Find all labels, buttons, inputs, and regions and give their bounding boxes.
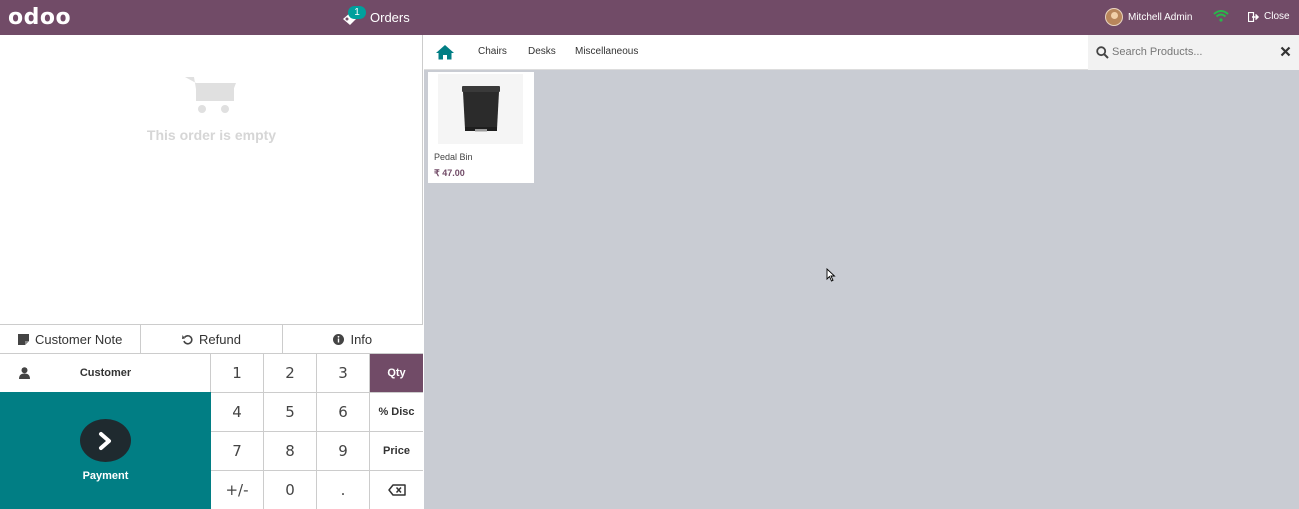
numpad-key-3[interactable]: 3 bbox=[317, 353, 370, 392]
qty-mode-button[interactable]: Qty bbox=[370, 353, 423, 392]
numpad-key-1[interactable]: 1 bbox=[211, 353, 264, 392]
undo-icon bbox=[182, 334, 193, 345]
category-miscellaneous[interactable]: Miscellaneous bbox=[575, 46, 638, 57]
close-label: Close bbox=[1264, 11, 1290, 22]
top-bar: odoo 1 Orders Mitchell Admin Close bbox=[0, 0, 1299, 35]
category-bar: Chairs Desks Miscellaneous bbox=[424, 35, 1299, 70]
control-buttons: Customer Note Refund Info bbox=[0, 324, 423, 353]
numpad-key-2[interactable]: 2 bbox=[264, 353, 317, 392]
info-label: Info bbox=[350, 331, 373, 347]
orders-count-badge: 1 bbox=[348, 5, 366, 19]
refund-label: Refund bbox=[199, 331, 241, 347]
product-name: Pedal Bin bbox=[434, 152, 473, 162]
backspace-icon bbox=[387, 484, 406, 496]
order-panel: This order is empty Customer Note Refund… bbox=[0, 35, 423, 509]
close-button[interactable]: Close bbox=[1248, 11, 1290, 22]
numpad-key-9[interactable]: 9 bbox=[317, 431, 370, 470]
product-screen: Chairs Desks Miscellaneous Pedal Bin ₹ 4… bbox=[424, 35, 1299, 509]
numpad-key-plus-minus[interactable]: +/- bbox=[211, 470, 264, 509]
mouse-cursor-icon bbox=[826, 268, 836, 282]
home-icon[interactable] bbox=[435, 44, 455, 60]
search-input[interactable] bbox=[1112, 44, 1262, 60]
numpad-key-8[interactable]: 8 bbox=[264, 431, 317, 470]
search-icon bbox=[1096, 46, 1109, 59]
odoo-logo: odoo bbox=[8, 5, 72, 30]
chevron-right-icon bbox=[80, 419, 131, 462]
customer-note-label: Customer Note bbox=[34, 331, 123, 347]
numpad-key-decimal[interactable]: . bbox=[317, 470, 370, 509]
category-chairs[interactable]: Chairs bbox=[478, 46, 507, 57]
payment-button[interactable]: Payment bbox=[0, 392, 211, 509]
numpad-key-5[interactable]: 5 bbox=[264, 392, 317, 431]
numpad-key-4[interactable]: 4 bbox=[211, 392, 264, 431]
numpad-area: Customer Payment 1 2 3 Qty 4 5 6 % Disc … bbox=[0, 353, 423, 509]
avatar bbox=[1105, 8, 1123, 26]
ticket-icon: 1 bbox=[342, 5, 366, 28]
clear-icon[interactable] bbox=[1280, 46, 1291, 57]
orders-button[interactable]: 1 Orders bbox=[342, 5, 410, 30]
product-image bbox=[438, 74, 523, 144]
product-card[interactable]: Pedal Bin ₹ 47.00 bbox=[428, 72, 534, 183]
refund-button[interactable]: Refund bbox=[141, 325, 283, 353]
customer-note-button[interactable]: Customer Note bbox=[0, 325, 142, 353]
customer-label: Customer bbox=[79, 367, 132, 379]
search-bar bbox=[1088, 35, 1299, 70]
price-mode-button[interactable]: Price bbox=[370, 431, 423, 470]
wifi-icon bbox=[1213, 10, 1229, 22]
customer-button[interactable]: Customer bbox=[0, 353, 211, 392]
numpad-key-7[interactable]: 7 bbox=[211, 431, 264, 470]
numpad-key-6[interactable]: 6 bbox=[317, 392, 370, 431]
product-price: ₹ 47.00 bbox=[434, 168, 465, 178]
orders-label: Orders bbox=[370, 10, 410, 25]
category-desks[interactable]: Desks bbox=[528, 46, 556, 57]
payment-label: Payment bbox=[82, 470, 129, 482]
discount-mode-button[interactable]: % Disc bbox=[370, 392, 423, 431]
sticky-note-icon bbox=[17, 333, 29, 345]
user-name: Mitchell Admin bbox=[1128, 11, 1193, 23]
numpad-keys: 1 2 3 Qty 4 5 6 % Disc 7 8 9 Price +/- 0… bbox=[211, 353, 423, 509]
sign-out-icon bbox=[1248, 11, 1260, 22]
cart-icon bbox=[185, 77, 236, 113]
info-button[interactable]: Info bbox=[282, 325, 423, 353]
numpad-key-0[interactable]: 0 bbox=[264, 470, 317, 509]
backspace-button[interactable] bbox=[370, 470, 423, 509]
user-menu[interactable]: Mitchell Admin bbox=[1105, 8, 1192, 26]
info-icon bbox=[333, 333, 345, 345]
empty-order-message: This order is empty bbox=[146, 127, 277, 143]
